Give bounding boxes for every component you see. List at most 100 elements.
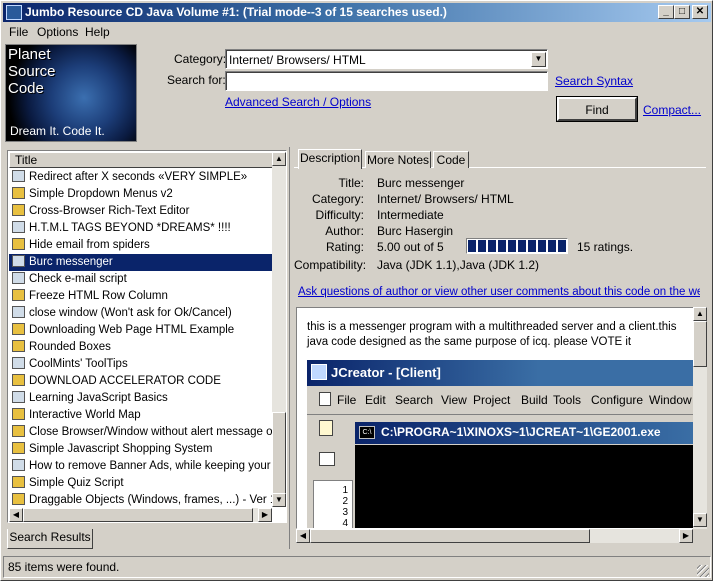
menu-bar: File Options Help bbox=[3, 23, 711, 41]
list-item[interactable]: Burc messenger bbox=[9, 254, 273, 271]
list-item[interactable]: Redirect after X seconds «VERY SIMPLE» bbox=[9, 169, 273, 186]
doc-icon bbox=[12, 238, 25, 250]
close-button[interactable]: ✕ bbox=[692, 5, 708, 19]
advanced-search-link[interactable]: Advanced Search / Options bbox=[225, 95, 371, 109]
list-item[interactable]: Simple Dropdown Menus v2 bbox=[9, 186, 273, 203]
doc-icon bbox=[12, 340, 25, 352]
doc-icon bbox=[12, 289, 25, 301]
description-text: this is a messenger program with a multi… bbox=[307, 321, 677, 348]
multi-window-icon bbox=[12, 391, 25, 403]
desc-hscroll-thumb[interactable] bbox=[310, 529, 590, 543]
scroll-right-icon[interactable]: ▶ bbox=[258, 508, 272, 522]
list-item-label: Check e-mail script bbox=[29, 273, 127, 285]
list-item[interactable]: Learning JavaScript Basics bbox=[9, 390, 273, 407]
window-title: Jumbo Resource CD Java Volume #1: (Trial… bbox=[25, 5, 447, 19]
console-title: C:\PROGRA~1\XINOXS~1\JCREAT~1\GE2001.exe bbox=[381, 425, 661, 439]
rating-bar bbox=[466, 238, 568, 254]
doc-icon bbox=[319, 392, 331, 406]
embedded-menu-item: Configure bbox=[591, 393, 644, 407]
description-horizontal-scrollbar[interactable]: ◀ ▶ bbox=[296, 529, 693, 543]
console-window bbox=[355, 445, 693, 528]
compact-link[interactable]: Compact... bbox=[643, 103, 701, 117]
category-select[interactable]: Internet/ Browsers/ HTML ▼ bbox=[225, 49, 548, 69]
menu-file[interactable]: File bbox=[9, 25, 28, 39]
desc-scroll-thumb[interactable] bbox=[693, 321, 707, 367]
list-item-label: Freeze HTML Row Column bbox=[29, 290, 168, 302]
status-bar: 85 items were found. bbox=[3, 556, 711, 578]
desc-scroll-left-icon[interactable]: ◀ bbox=[296, 529, 310, 543]
embedded-screenshot: JCreator - [Client] File Edit Search View Pr… bbox=[307, 360, 693, 528]
results-list[interactable]: Title Redirect after X seconds «VERY SIM… bbox=[7, 150, 287, 523]
clipboard-icon bbox=[319, 420, 333, 436]
results-vertical-scrollbar[interactable]: ▲ ▼ bbox=[272, 152, 286, 507]
doc-icon bbox=[12, 204, 25, 216]
desc-scroll-down-icon[interactable]: ▼ bbox=[693, 513, 707, 527]
line-number: 3 bbox=[342, 507, 348, 518]
desc-scroll-right-icon[interactable]: ▶ bbox=[679, 529, 693, 543]
scroll-down-icon[interactable]: ▼ bbox=[272, 493, 286, 507]
rating-bar-fill bbox=[468, 240, 566, 252]
rating-label: Rating: bbox=[325, 240, 364, 254]
list-item[interactable]: Rounded Boxes bbox=[9, 339, 273, 356]
tab-description[interactable]: Description bbox=[298, 149, 362, 169]
list-item[interactable]: close window (Won't ask for Ok/Cancel) bbox=[9, 305, 273, 322]
chevron-down-icon[interactable]: ▼ bbox=[531, 52, 546, 67]
menu-help[interactable]: Help bbox=[85, 25, 110, 39]
scroll-left-icon[interactable]: ◀ bbox=[9, 508, 23, 522]
search-input[interactable] bbox=[225, 71, 548, 91]
list-item[interactable]: Interactive World Map bbox=[9, 407, 273, 424]
list-item[interactable]: CoolMints' ToolTips bbox=[9, 356, 273, 373]
tab-search-results-label: Search Results bbox=[9, 530, 91, 544]
doc-icon bbox=[12, 374, 25, 386]
list-item-label: How to remove Banner Ads, while keeping … bbox=[29, 460, 273, 472]
description-box: this is a messenger program with a multi… bbox=[296, 307, 694, 529]
list-item[interactable]: Cross-Browser Rich-Text Editor bbox=[9, 203, 273, 220]
logo-tagline: Dream It. Code It. bbox=[10, 124, 105, 138]
doc-icon bbox=[12, 493, 25, 505]
minimize-button[interactable]: _ bbox=[658, 5, 674, 19]
pane-splitter[interactable] bbox=[289, 147, 292, 549]
embedded-menu-item: Build bbox=[521, 393, 548, 407]
list-item[interactable]: Downloading Web Page HTML Example bbox=[9, 322, 273, 339]
tab-code[interactable]: Code bbox=[433, 151, 469, 168]
status-text: 85 items were found. bbox=[8, 560, 120, 574]
difficulty-label: Difficulty: bbox=[315, 208, 364, 222]
list-item[interactable]: H.T.M.L TAGS BEYOND *DREAMS* !!!! bbox=[9, 220, 273, 237]
ask-questions-link[interactable]: Ask questions of author or view other us… bbox=[298, 286, 700, 298]
list-item-label: Interactive World Map bbox=[29, 409, 141, 421]
list-item[interactable]: Draggable Objects (Windows, frames, ...)… bbox=[9, 492, 273, 509]
list-item-label: Draggable Objects (Windows, frames, ...)… bbox=[29, 494, 273, 506]
title-bar[interactable]: Jumbo Resource CD Java Volume #1: (Trial… bbox=[3, 3, 711, 22]
title-value: Burc messenger bbox=[377, 176, 465, 190]
scroll-up-icon[interactable]: ▲ bbox=[272, 152, 286, 166]
maximize-button[interactable]: □ bbox=[674, 5, 690, 19]
logo-line-3: Code bbox=[8, 80, 44, 97]
search-syntax-link[interactable]: Search Syntax bbox=[555, 74, 633, 88]
results-hscroll-thumb[interactable] bbox=[23, 508, 253, 522]
resize-grip-icon[interactable] bbox=[697, 565, 709, 577]
description-vertical-scrollbar[interactable]: ▲ ▼ bbox=[693, 307, 707, 529]
list-item[interactable]: How to remove Banner Ads, while keeping … bbox=[9, 458, 273, 475]
list-item[interactable]: Simple Javascript Shopping System bbox=[9, 441, 273, 458]
title-column-header[interactable]: Title bbox=[9, 152, 273, 168]
desc-scroll-up-icon[interactable]: ▲ bbox=[693, 307, 707, 321]
multi-window-icon bbox=[12, 357, 25, 369]
jcreator-icon bbox=[311, 364, 327, 380]
results-horizontal-scrollbar[interactable]: ◀ ▶ bbox=[9, 508, 272, 522]
tab-more-notes[interactable]: More Notes bbox=[365, 151, 431, 168]
list-item[interactable]: Freeze HTML Row Column bbox=[9, 288, 273, 305]
line-gutter: 1234 bbox=[313, 480, 353, 528]
find-button[interactable]: Find bbox=[556, 96, 638, 122]
results-scroll-thumb[interactable] bbox=[272, 412, 286, 494]
tab-search-results[interactable]: Search Results bbox=[7, 529, 93, 549]
list-item-label: Close Browser/Window without alert messa… bbox=[29, 426, 273, 438]
logo-line-2: Source bbox=[8, 63, 56, 80]
menu-options[interactable]: Options bbox=[37, 25, 78, 39]
list-item[interactable]: Simple Quiz Script bbox=[9, 475, 273, 492]
list-item[interactable]: Hide email from spiders bbox=[9, 237, 273, 254]
list-item-label: DOWNLOAD ACCELERATOR CODE bbox=[29, 375, 221, 387]
list-item[interactable]: Check e-mail script bbox=[9, 271, 273, 288]
list-item[interactable]: Close Browser/Window without alert messa… bbox=[9, 424, 273, 441]
list-item-label: Simple Quiz Script bbox=[29, 477, 124, 489]
list-item[interactable]: DOWNLOAD ACCELERATOR CODE bbox=[9, 373, 273, 390]
